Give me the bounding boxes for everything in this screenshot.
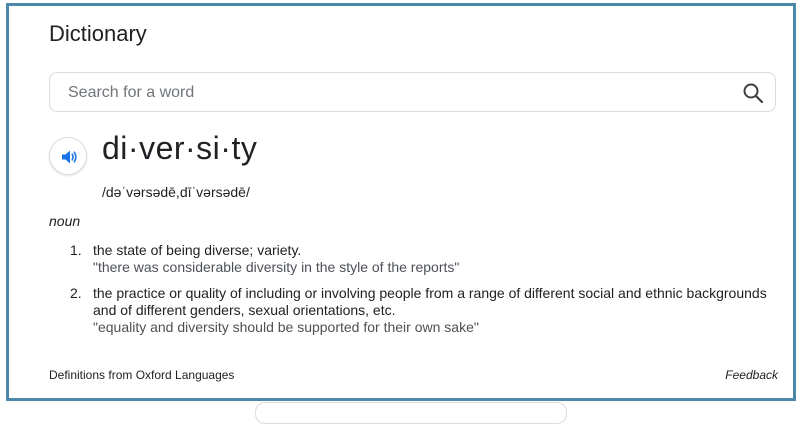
feedback-link[interactable]: Feedback bbox=[725, 368, 778, 382]
definition-example: "there was considerable diversity in the… bbox=[93, 259, 460, 275]
dictionary-panel: Dictionary di·ver·si·ty /dəˈvərsədē,dīˈv… bbox=[6, 3, 796, 401]
pronunciation-button[interactable] bbox=[49, 137, 87, 175]
definition-example: "equality and diversity should be suppor… bbox=[93, 319, 479, 335]
definition-item: 2. the practice or quality of including … bbox=[49, 285, 789, 336]
phonetic-spelling: /dəˈvərsədē,dīˈvərsədē/ bbox=[102, 184, 250, 200]
search-button[interactable] bbox=[741, 81, 765, 105]
part-of-speech: noun bbox=[49, 213, 81, 229]
definition-text: the practice or quality of including or … bbox=[93, 285, 767, 318]
definition-item: 1. the state of being diverse; variety. … bbox=[49, 242, 789, 276]
search-input[interactable] bbox=[66, 81, 710, 105]
search-icon bbox=[741, 83, 765, 109]
definitions-source[interactable]: Definitions from Oxford Languages bbox=[49, 368, 234, 382]
search-box[interactable] bbox=[49, 72, 776, 112]
panel-title: Dictionary bbox=[49, 21, 147, 46]
definition-number: 2. bbox=[70, 285, 82, 301]
definition-text: the state of being diverse; variety. bbox=[93, 242, 302, 258]
definition-list: 1. the state of being diverse; variety. … bbox=[49, 242, 789, 336]
below-fold-button[interactable] bbox=[255, 402, 567, 424]
headword: di·ver·si·ty bbox=[102, 130, 258, 166]
definition-number: 1. bbox=[70, 242, 82, 258]
